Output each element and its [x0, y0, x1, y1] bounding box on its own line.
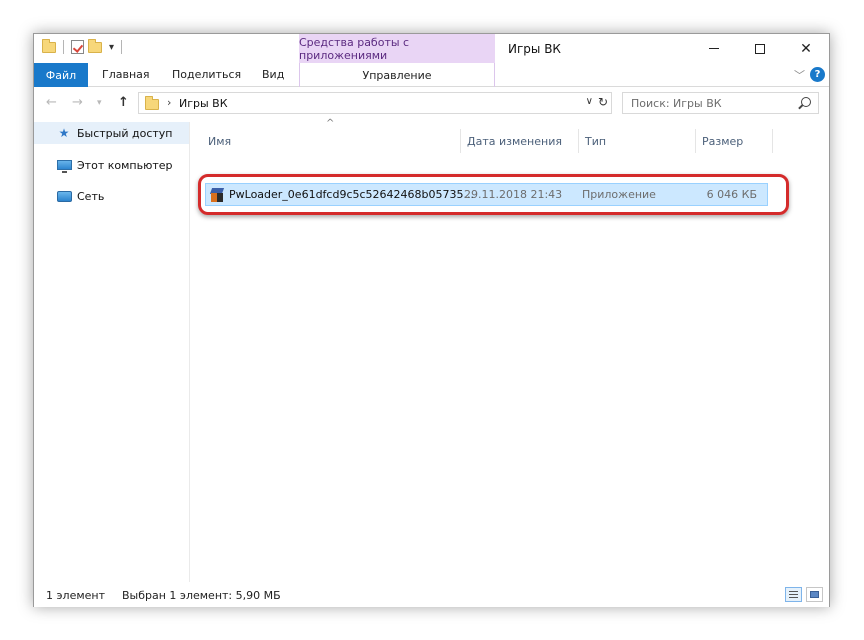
tab-home[interactable]: Главная: [102, 68, 150, 81]
selection-info: Выбран 1 элемент: 5,90 МБ: [122, 589, 281, 602]
new-folder-icon[interactable]: [88, 38, 102, 53]
navigation-pane: ★ Быстрый доступ Этот компьютер Сеть: [34, 122, 189, 582]
large-icons-view-button[interactable]: [806, 587, 823, 602]
nav-item-this-pc[interactable]: Этот компьютер: [34, 154, 189, 176]
tab-view[interactable]: Вид: [262, 68, 284, 81]
quick-access-toolbar: ▾: [42, 38, 125, 54]
expand-ribbon-icon[interactable]: ﹀: [794, 67, 805, 83]
tab-manage[interactable]: Управление: [299, 63, 495, 87]
nav-item-label: Сеть: [77, 189, 105, 203]
red-highlight-frame: [198, 174, 789, 215]
minimize-button[interactable]: [691, 34, 737, 63]
tab-share[interactable]: Поделиться: [172, 68, 241, 81]
column-header-date[interactable]: Дата изменения: [461, 129, 579, 153]
search-icon[interactable]: [801, 97, 811, 107]
column-header-size[interactable]: Размер: [696, 129, 773, 153]
nav-item-quick-access[interactable]: ★ Быстрый доступ: [34, 122, 189, 144]
help-icon[interactable]: ?: [810, 67, 825, 82]
details-view-icon: [789, 591, 798, 598]
close-button[interactable]: ✕: [783, 34, 829, 63]
folder-icon: [145, 96, 159, 110]
column-header-name[interactable]: Имя: [202, 129, 461, 153]
forward-arrow-icon[interactable]: →: [72, 95, 83, 110]
title-bar: ▾ Средства работы с приложениями Игры ВК…: [34, 34, 829, 63]
address-bar[interactable]: › Игры ВК ∨ ↻: [138, 92, 612, 114]
explorer-window: ▾ Средства работы с приложениями Игры ВК…: [33, 33, 830, 607]
toolbar-divider: [121, 40, 123, 54]
address-row: ← → ▾ ↑ › Игры ВК ∨ ↻ Поиск: Игры ВК: [34, 88, 829, 118]
window-title: Игры ВК: [508, 42, 561, 56]
ribbon-tabs: Файл Главная Поделиться Вид Управление ﹀…: [34, 63, 829, 87]
maximize-icon: [755, 43, 765, 54]
refresh-icon[interactable]: ↻: [598, 95, 608, 109]
star-icon: ★: [58, 126, 70, 140]
column-header-type[interactable]: Тип: [579, 129, 696, 153]
sort-ascending-icon: ^: [326, 118, 335, 129]
search-input[interactable]: Поиск: Игры ВК: [622, 92, 819, 114]
file-list: ^ Имя Дата изменения Тип Размер PwLoader…: [190, 118, 830, 582]
nav-item-label: Быстрый доступ: [77, 126, 173, 140]
recent-locations-chevron-icon[interactable]: ▾: [97, 98, 102, 108]
minimize-icon: [709, 48, 719, 49]
nav-item-network[interactable]: Сеть: [34, 185, 189, 207]
computer-icon: [56, 158, 72, 173]
contextual-tab-header: Средства работы с приложениями: [299, 34, 495, 63]
up-arrow-icon[interactable]: ↑: [118, 95, 129, 110]
item-count: 1 элемент: [46, 589, 105, 602]
toolbar-divider: [63, 40, 64, 54]
breadcrumb-chevron-icon[interactable]: ›: [167, 96, 171, 109]
folder-icon[interactable]: [42, 38, 56, 53]
close-icon: ✕: [800, 40, 812, 57]
nav-item-label: Этот компьютер: [77, 158, 173, 172]
breadcrumb[interactable]: Игры ВК: [179, 97, 228, 110]
status-bar: 1 элемент Выбран 1 элемент: 5,90 МБ: [34, 583, 829, 607]
large-icons-view-icon: [810, 591, 819, 598]
properties-icon[interactable]: [71, 40, 84, 54]
back-arrow-icon[interactable]: ←: [46, 95, 57, 110]
customize-toolbar-icon[interactable]: ▾: [109, 42, 114, 53]
tab-file[interactable]: Файл: [34, 63, 88, 87]
maximize-button[interactable]: [737, 34, 783, 63]
details-view-button[interactable]: [785, 587, 802, 602]
address-dropdown-icon[interactable]: ∨: [586, 96, 593, 107]
search-placeholder: Поиск: Игры ВК: [631, 97, 722, 110]
network-icon: [56, 189, 72, 203]
